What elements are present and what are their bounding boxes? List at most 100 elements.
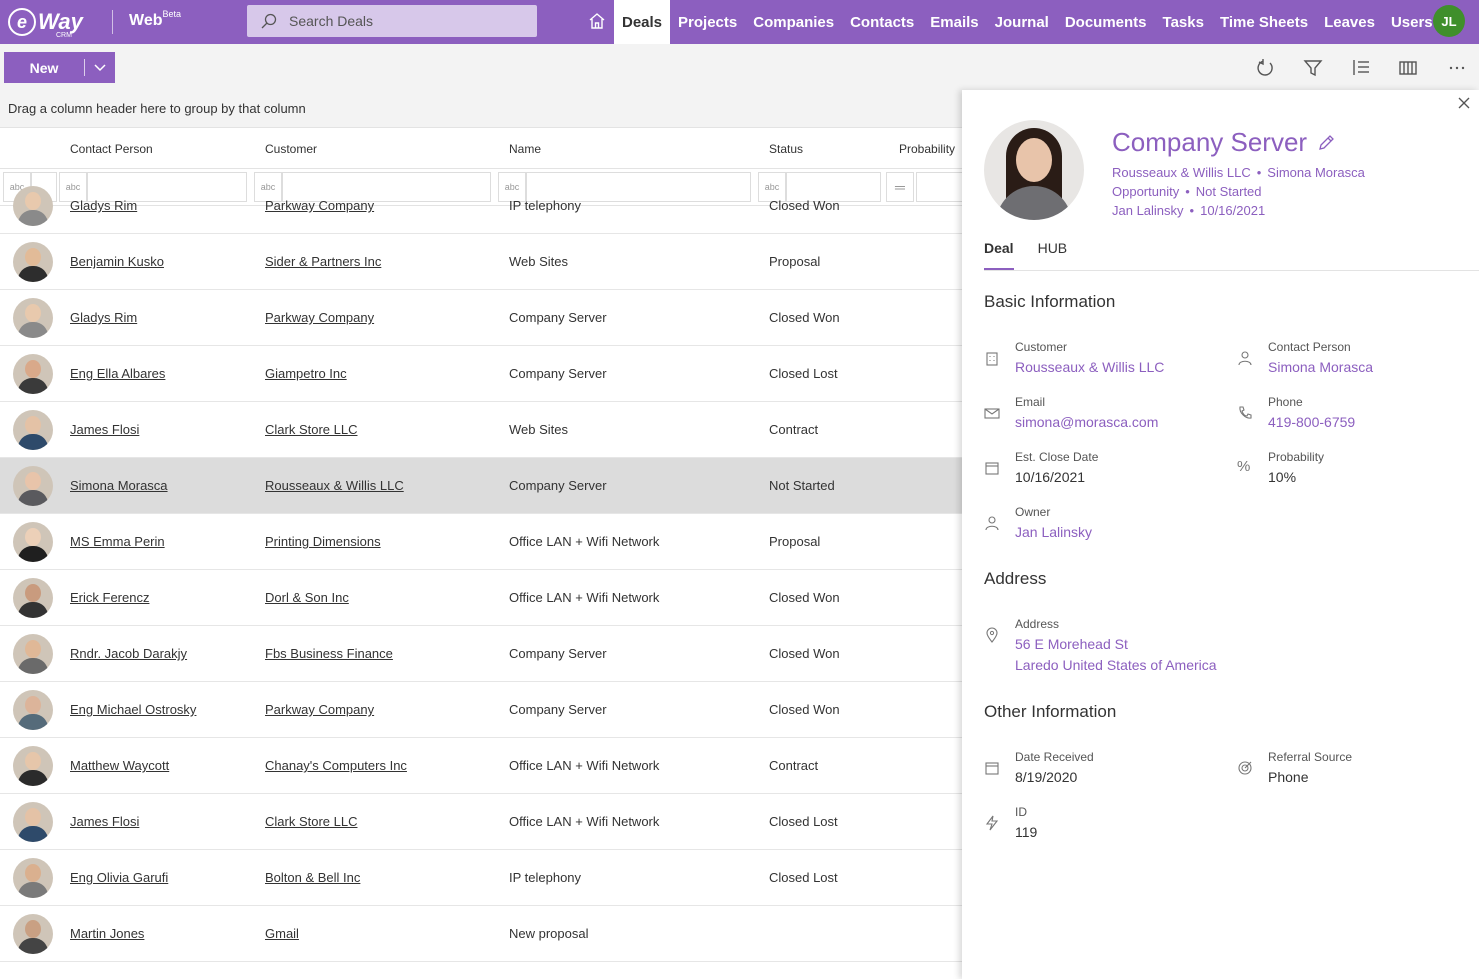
contact-person-link[interactable]: James Flosi xyxy=(70,814,139,829)
table-row[interactable]: Matthew Waycott Chanay's Computers Inc Off… xyxy=(0,738,962,794)
detail-tabs: Deal HUB xyxy=(984,240,1091,270)
phone-link[interactable]: 419-800-6759 xyxy=(1268,414,1355,430)
contact-person-link[interactable]: Erick Ferencz xyxy=(70,590,149,605)
contact-person-link[interactable]: Benjamin Kusko xyxy=(70,254,164,269)
customer-link[interactable]: Fbs Business Finance xyxy=(265,646,393,661)
deal-owner-link[interactable]: Jan Lalinsky xyxy=(1112,203,1184,218)
nav-projects[interactable]: Projects xyxy=(670,0,745,44)
customer-link[interactable]: Sider & Partners Inc xyxy=(265,254,381,269)
contact-person-link[interactable]: Simona Morasca xyxy=(1268,359,1373,375)
email-link[interactable]: simona@morasca.com xyxy=(1015,414,1158,430)
field-label: Owner xyxy=(1015,505,1051,519)
home-icon[interactable] xyxy=(588,12,606,30)
table-row[interactable]: Rndr. Jacob Darakjy Fbs Business Finance C… xyxy=(0,626,962,682)
column-header-probability[interactable]: Probability xyxy=(899,142,955,156)
table-row[interactable]: Benjamin Kusko Sider & Partners Inc Web Si… xyxy=(0,234,962,290)
deal-contact-link[interactable]: Simona Morasca xyxy=(1267,165,1365,180)
contact-person-link[interactable]: MS Emma Perin xyxy=(70,534,165,549)
eway-logo[interactable]: e Way CRM xyxy=(8,6,88,39)
nav-leaves[interactable]: Leaves xyxy=(1316,0,1383,44)
customer-link[interactable]: Chanay's Computers Inc xyxy=(265,758,407,773)
search-box[interactable] xyxy=(247,5,537,37)
refresh-icon[interactable] xyxy=(1255,58,1275,78)
customer-link[interactable]: Parkway Company xyxy=(265,310,374,325)
customer-link[interactable]: Rousseaux & Willis LLC xyxy=(1015,359,1164,375)
contact-person-link[interactable]: Eng Ella Albares xyxy=(70,366,165,381)
column-header-row: Contact Person Customer Name Status Prob… xyxy=(0,128,962,169)
deal-name-cell: Company Server xyxy=(509,366,607,381)
owner-link[interactable]: Jan Lalinsky xyxy=(1015,524,1092,540)
contact-person-link[interactable]: Gladys Rim xyxy=(70,310,137,325)
deal-customer-link[interactable]: Rousseaux & Willis LLC xyxy=(1112,165,1251,180)
nav-time-sheets[interactable]: Time Sheets xyxy=(1212,0,1316,44)
customer-link[interactable]: Parkway Company xyxy=(265,198,374,213)
customer-link[interactable]: Bolton & Bell Inc xyxy=(265,870,360,885)
field-label: Email xyxy=(1015,395,1046,409)
table-row[interactable]: Eng Olivia Garufi Bolton & Bell Inc IP tel… xyxy=(0,850,962,906)
table-row[interactable]: James Flosi Clark Store LLC Web Sites Contr… xyxy=(0,402,962,458)
contact-person-link[interactable]: Simona Morasca xyxy=(70,478,168,493)
columns-icon[interactable] xyxy=(1398,58,1418,78)
avatar xyxy=(13,466,53,506)
field-label: Date Received xyxy=(1015,750,1094,764)
table-row[interactable]: Eng Ella Albares Giampetro Inc Company Ser… xyxy=(0,346,962,402)
customer-link[interactable]: Clark Store LLC xyxy=(265,422,357,437)
contact-person-link[interactable]: Matthew Waycott xyxy=(70,758,169,773)
address-line1-link[interactable]: 56 E Morehead St xyxy=(1015,636,1128,652)
contact-person-link[interactable]: Eng Michael Ostrosky xyxy=(70,702,196,717)
avatar xyxy=(13,410,53,450)
table-row[interactable]: James Flosi Clark Store LLC Office LAN + W… xyxy=(0,794,962,850)
tabs-divider xyxy=(984,270,1479,271)
deal-subtitle-status: Opportunity • Not Started xyxy=(1112,184,1262,199)
address-line2-link[interactable]: Laredo United States of America xyxy=(1015,657,1217,673)
tab-hub[interactable]: HUB xyxy=(1038,240,1068,270)
contact-person-link[interactable]: Martin Jones xyxy=(70,926,144,941)
nav-documents[interactable]: Documents xyxy=(1057,0,1155,44)
nav-journal[interactable]: Journal xyxy=(987,0,1057,44)
contact-person-link[interactable]: Eng Olivia Garufi xyxy=(70,870,168,885)
nav-tasks[interactable]: Tasks xyxy=(1155,0,1212,44)
customer-link[interactable]: Parkway Company xyxy=(265,702,374,717)
field-label: Referral Source xyxy=(1268,750,1353,764)
group-panel[interactable]: Drag a column header here to group by th… xyxy=(0,90,962,128)
contact-person-link[interactable]: Gladys Rim xyxy=(70,198,137,213)
table-row[interactable]: Gladys Rim Parkway Company Company Server C… xyxy=(0,290,962,346)
customer-link[interactable]: Clark Store LLC xyxy=(265,814,357,829)
deal-name-cell: Office LAN + Wifi Network xyxy=(509,758,660,773)
column-header-status[interactable]: Status xyxy=(769,142,803,156)
field-label: ID xyxy=(1015,805,1027,819)
table-row[interactable]: Eng Michael Ostrosky Parkway Company Compa… xyxy=(0,682,962,738)
list-settings-icon[interactable] xyxy=(1351,58,1371,78)
table-row[interactable]: Simona Morasca Rousseaux & Willis LLC Comp… xyxy=(0,458,962,514)
new-button[interactable]: New xyxy=(4,52,115,83)
tab-deal[interactable]: Deal xyxy=(984,240,1014,270)
table-row[interactable]: Erick Ferencz Dorl & Son Inc Office LAN + … xyxy=(0,570,962,626)
nav-deals[interactable]: Deals xyxy=(614,0,671,44)
column-header-name[interactable]: Name xyxy=(509,142,541,156)
column-header-contact[interactable]: Contact Person xyxy=(70,142,153,156)
customer-link[interactable]: Printing Dimensions xyxy=(265,534,381,549)
table-row[interactable]: MS Emma Perin Printing Dimensions Office L… xyxy=(0,514,962,570)
contact-person-link[interactable]: Rndr. Jacob Darakjy xyxy=(70,646,187,661)
avatar xyxy=(13,186,53,226)
filter-icon[interactable] xyxy=(1303,58,1323,78)
customer-link[interactable]: Giampetro Inc xyxy=(265,366,347,381)
table-row[interactable]: Martin Jones Gmail New proposal xyxy=(0,906,962,962)
edit-icon[interactable] xyxy=(1317,134,1335,152)
column-header-customer[interactable]: Customer xyxy=(265,142,317,156)
nav-users[interactable]: Users xyxy=(1383,0,1441,44)
new-dropdown[interactable] xyxy=(85,63,115,72)
customer-link[interactable]: Gmail xyxy=(265,926,299,941)
search-input[interactable] xyxy=(289,13,519,29)
close-icon[interactable] xyxy=(1457,96,1471,110)
customer-link[interactable]: Rousseaux & Willis LLC xyxy=(265,478,404,493)
nav-contacts[interactable]: Contacts xyxy=(842,0,922,44)
table-row[interactable]: Gladys Rim Parkway Company IP telephony Clo… xyxy=(0,178,962,234)
nav-emails[interactable]: Emails xyxy=(922,0,986,44)
user-avatar[interactable]: JL xyxy=(1433,5,1465,37)
customer-link[interactable]: Dorl & Son Inc xyxy=(265,590,349,605)
avatar xyxy=(13,354,53,394)
more-icon[interactable] xyxy=(1447,58,1467,78)
nav-companies[interactable]: Companies xyxy=(745,0,842,44)
contact-person-link[interactable]: James Flosi xyxy=(70,422,139,437)
